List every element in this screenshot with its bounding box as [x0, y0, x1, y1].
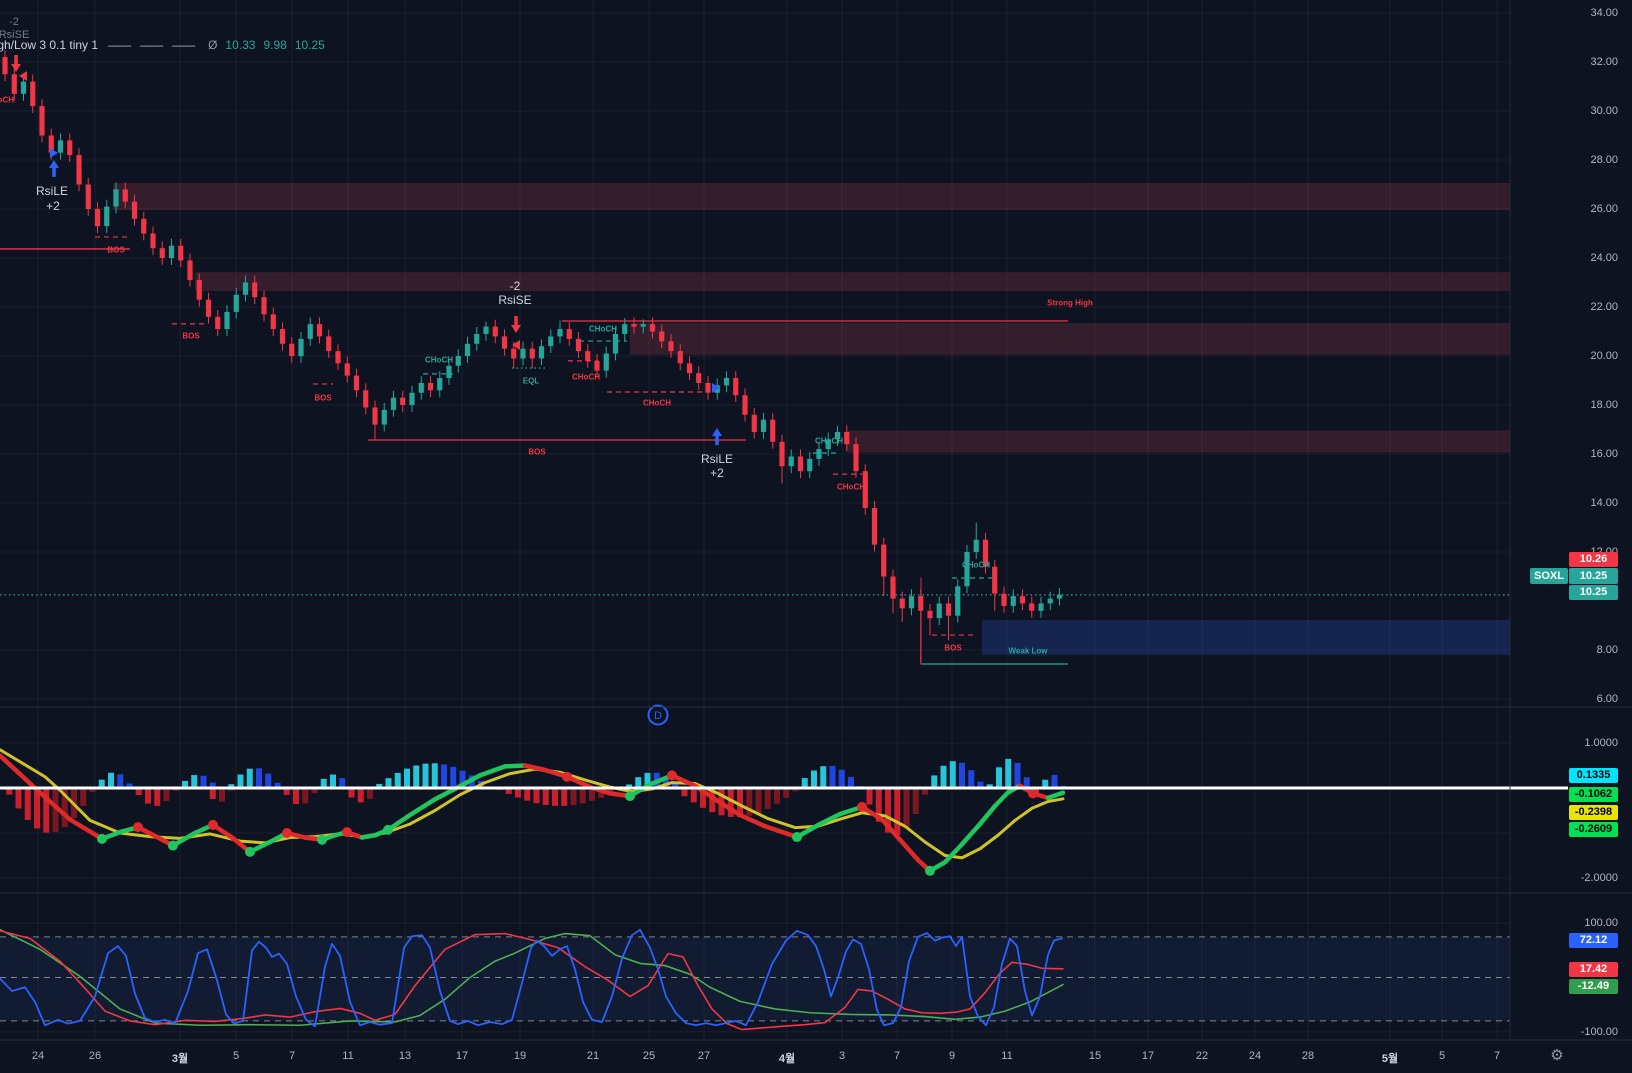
- time-axis-label[interactable]: 25: [643, 1050, 655, 1062]
- time-axis-label[interactable]: 3월: [172, 1050, 188, 1066]
- price-axis-label[interactable]: 14.00: [1510, 497, 1618, 509]
- indicator-axis-label[interactable]: -2.0000: [1510, 872, 1618, 884]
- low-price-pill: 10.25: [1569, 585, 1618, 600]
- annotation-choch: CHoCH: [425, 355, 453, 365]
- annotation-choch: CHoCH: [589, 324, 617, 334]
- annotation-eql: EQL: [522, 376, 540, 386]
- annotation-bos: BOS: [182, 331, 200, 341]
- time-axis-label[interactable]: 7: [894, 1050, 900, 1062]
- annotation-choch: CHoCH: [572, 372, 600, 382]
- time-axis-label[interactable]: 11: [342, 1050, 353, 1062]
- annotation-rsise: RsiSE: [0, 29, 30, 41]
- indicator-value-pill: 17.42: [1569, 962, 1618, 977]
- annotation-choch: CHoCH: [837, 482, 865, 492]
- time-axis-label[interactable]: 15: [1089, 1050, 1101, 1062]
- time-axis-label[interactable]: 13: [399, 1050, 411, 1062]
- oscillator-axis-label[interactable]: -100.00: [1510, 1026, 1618, 1038]
- time-axis-label[interactable]: 17: [456, 1050, 468, 1062]
- price-axis-label[interactable]: 30.00: [1510, 105, 1618, 117]
- trading-chart-app: D High/Low 3 0.1 tiny 1——————Ø10.339.981…: [0, 0, 1632, 1073]
- time-axis-label[interactable]: 7: [1494, 1050, 1500, 1062]
- timezone-settings-icon[interactable]: ⚙: [1547, 1046, 1567, 1066]
- time-axis-label[interactable]: 24: [1249, 1050, 1261, 1062]
- time-axis-label[interactable]: 11: [1001, 1050, 1012, 1062]
- indicator-value-pill: 72.12: [1569, 933, 1618, 948]
- time-axis-label[interactable]: 17: [1142, 1050, 1154, 1062]
- time-axis-label[interactable]: 22: [1196, 1050, 1208, 1062]
- indicator-value-pill: -0.2398: [1569, 805, 1618, 820]
- annotation-bos: BOS: [107, 245, 125, 255]
- oscillator-axis-label[interactable]: 100.00: [1510, 917, 1618, 929]
- annotation-rsile: RsiLE: [700, 452, 734, 466]
- indicator-value-pill: 0.1335: [1569, 768, 1618, 783]
- symbol-price-tag: SOXL: [1530, 568, 1568, 584]
- price-axis-label[interactable]: 20.00: [1510, 350, 1618, 362]
- annotation-choch: CHoCH: [0, 95, 14, 105]
- annotation-choch: CHoCH: [962, 560, 990, 570]
- time-axis-label[interactable]: 27: [698, 1050, 710, 1062]
- time-axis-label[interactable]: 5: [1439, 1050, 1445, 1062]
- annotation-choch: CHoCH: [815, 436, 843, 446]
- time-axis-label[interactable]: 5월: [1382, 1050, 1398, 1066]
- price-axis-label[interactable]: 32.00: [1510, 56, 1618, 68]
- annotation-bos: BOS: [314, 393, 332, 403]
- time-axis-label[interactable]: 24: [32, 1050, 44, 1062]
- annotation-strong-high: Strong High: [1047, 298, 1093, 308]
- last-price-pill: 10.25: [1569, 568, 1618, 584]
- time-axis-label[interactable]: 21: [587, 1050, 599, 1062]
- annotation--2: +2: [46, 199, 60, 213]
- price-axis-label[interactable]: 24.00: [1510, 252, 1618, 264]
- annotation-choch: CHoCH: [643, 398, 671, 408]
- time-axis-label[interactable]: 7: [289, 1050, 295, 1062]
- price-axis-label[interactable]: 22.00: [1510, 301, 1618, 313]
- price-axis-label[interactable]: 6.00: [1510, 693, 1618, 705]
- indicator-value-pill: -12.49: [1569, 979, 1618, 994]
- annotation-weak-low: Weak Low: [1008, 646, 1048, 656]
- price-axis-label[interactable]: 34.00: [1510, 7, 1618, 19]
- time-axis-label[interactable]: 5: [233, 1050, 239, 1062]
- time-axis-label[interactable]: 9: [949, 1050, 955, 1062]
- chart-overlays: 34.00 32.00 30.00 28.00 26.00 24.00 22.00 20.00…: [0, 0, 1632, 1073]
- time-axis-label[interactable]: 4월: [779, 1050, 795, 1066]
- indicator-axis-label[interactable]: 1.0000: [1510, 737, 1618, 749]
- price-axis-label[interactable]: 18.00: [1510, 399, 1618, 411]
- annotation-rsile: RsiLE: [35, 184, 69, 198]
- annotation-bos: BOS: [528, 447, 546, 457]
- time-axis-label[interactable]: 26: [89, 1050, 101, 1062]
- high-price-pill: 10.26: [1569, 552, 1618, 567]
- indicator-value-pill: -0.1062: [1569, 787, 1618, 802]
- annotation--2: +2: [710, 466, 724, 480]
- time-axis-label[interactable]: 19: [514, 1050, 526, 1062]
- indicator-value-pill: -0.2609: [1569, 822, 1618, 837]
- price-axis-label[interactable]: 16.00: [1510, 448, 1618, 460]
- time-axis-label[interactable]: 3: [839, 1050, 845, 1062]
- price-axis-label[interactable]: 8.00: [1510, 644, 1618, 656]
- price-axis-label[interactable]: 28.00: [1510, 154, 1618, 166]
- price-axis-label[interactable]: 26.00: [1510, 203, 1618, 215]
- annotation--2: -2: [509, 279, 521, 293]
- annotation--2: -2: [9, 16, 19, 28]
- annotation-rsise: RsiSE: [498, 293, 532, 307]
- annotation-bos: BOS: [944, 643, 962, 653]
- time-axis-label[interactable]: 28: [1302, 1050, 1314, 1062]
